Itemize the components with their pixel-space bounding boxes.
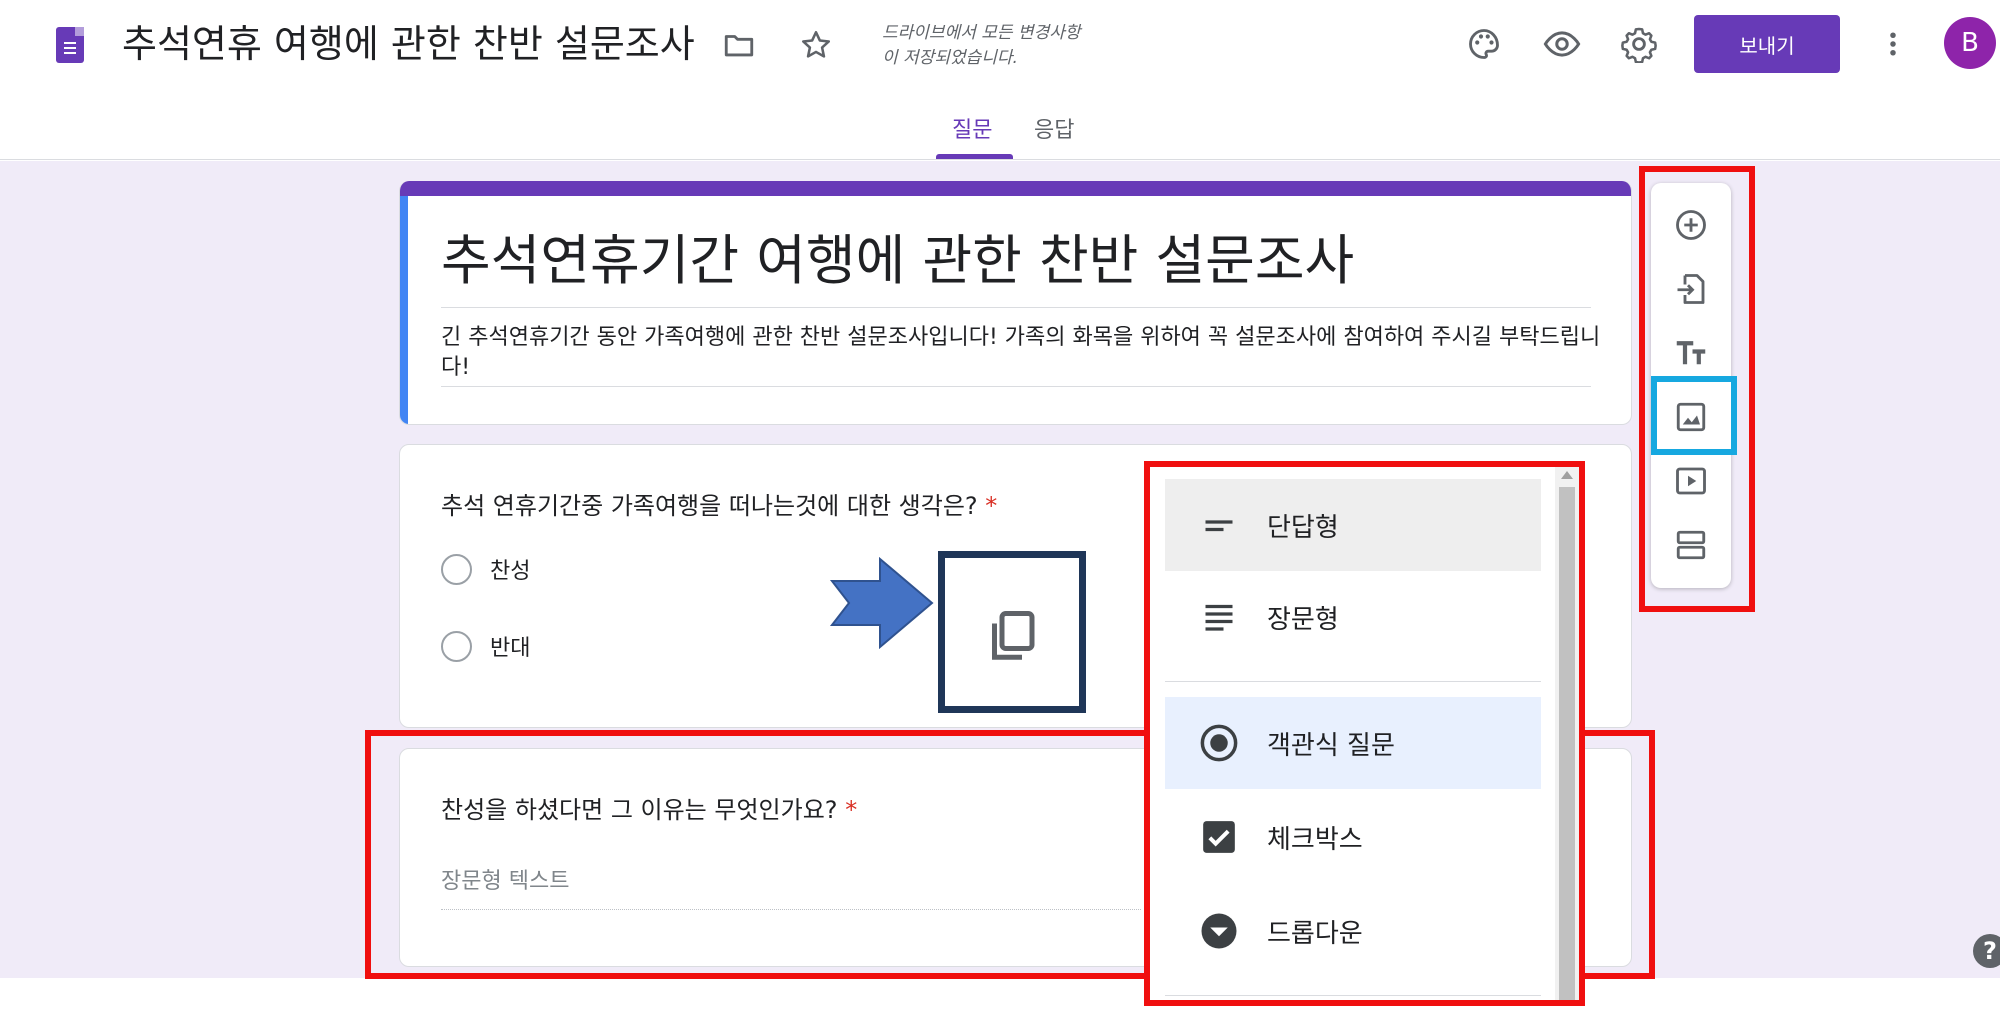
menu-list: 단답형 장문형 객관식 질문 체크박스 드롭다운	[1165, 467, 1541, 1000]
menu-item-label: 체크박스	[1267, 824, 1363, 855]
option-label: 찬성	[490, 559, 531, 584]
option-label: 반대	[490, 636, 531, 661]
folder-icon[interactable]	[715, 21, 763, 69]
card-focus-indicator	[400, 196, 408, 424]
card-accent-top	[400, 181, 1631, 196]
required-asterisk: *	[985, 492, 998, 520]
radio-option-yes[interactable]: 찬성	[441, 553, 530, 585]
question-type-menu[interactable]: 단답형 장문형 객관식 질문 체크박스 드롭다운	[1144, 461, 1585, 1006]
duplicate-highlight-box	[938, 551, 1086, 713]
short-answer-icon	[1179, 479, 1259, 571]
top-app-bar: 추석연휴 여행에 관한 찬반 설문조사 드라이브에서 모든 변경사항 이 저장되…	[0, 0, 2000, 88]
menu-item-dropdown[interactable]: 드롭다운	[1165, 885, 1541, 977]
description-underline	[441, 386, 1591, 387]
menu-item-short-answer[interactable]: 단답형	[1165, 479, 1541, 571]
menu-item-multiple-choice[interactable]: 객관식 질문	[1165, 697, 1541, 789]
menu-divider	[1165, 995, 1541, 996]
menu-scrollbar[interactable]	[1555, 467, 1579, 1000]
settings-gear-icon[interactable]	[1615, 20, 1663, 68]
form-title[interactable]: 추석연휴기간 여행에 관한 찬반 설문조사	[441, 225, 1354, 297]
radio-option-no[interactable]: 반대	[441, 630, 530, 662]
menu-item-label: 드롭다운	[1267, 918, 1363, 949]
tab-bar: 질문 응답	[0, 88, 2000, 160]
document-title[interactable]: 추석연휴 여행에 관한 찬반 설문조사	[122, 18, 695, 70]
save-status: 드라이브에서 모든 변경사항 이 저장되었습니다.	[882, 23, 1081, 68]
scroll-up-arrow-icon[interactable]	[1561, 471, 1573, 479]
radio-button[interactable]	[441, 553, 472, 585]
menu-item-label: 객관식 질문	[1267, 730, 1395, 761]
menu-item-label: 단답형	[1267, 512, 1339, 543]
menu-divider	[1165, 681, 1541, 682]
tab-questions[interactable]: 질문	[952, 112, 992, 144]
palette-icon[interactable]	[1460, 20, 1508, 68]
question-title[interactable]: 추석 연휴기간중 가족여행을 떠나는것에 대한 생각은? *	[441, 486, 997, 521]
scrollbar-thumb[interactable]	[1559, 487, 1575, 1000]
form-header-card[interactable]: 추석연휴기간 여행에 관한 찬반 설문조사 긴 추석연휴기간 동안 가족여행에 …	[399, 181, 1632, 425]
account-avatar[interactable]: B	[1944, 17, 1996, 69]
checkbox-icon	[1179, 791, 1259, 883]
copy-icon[interactable]	[982, 605, 1042, 671]
title-underline	[441, 307, 1591, 308]
tab-responses[interactable]: 응답	[1034, 112, 1074, 144]
preview-eye-icon[interactable]	[1538, 20, 1586, 68]
more-vert-icon[interactable]	[1869, 20, 1917, 68]
active-tab-indicator	[936, 154, 1013, 159]
menu-item-label: 장문형	[1267, 604, 1339, 635]
radio-icon	[1179, 697, 1259, 789]
form-description[interactable]: 긴 추석연휴기간 동안 가족여행에 관한 찬반 설문조사입니다! 가족의 화목을…	[441, 323, 1601, 383]
menu-item-paragraph[interactable]: 장문형	[1165, 571, 1541, 663]
image-button-highlight-box	[1651, 376, 1737, 455]
forms-logo-icon[interactable]	[56, 27, 84, 63]
paragraph-icon	[1179, 571, 1259, 663]
help-icon[interactable]: ?	[1973, 934, 2000, 968]
send-button[interactable]: 보내기	[1694, 15, 1840, 73]
radio-button[interactable]	[441, 630, 472, 662]
menu-item-checkbox[interactable]: 체크박스	[1165, 791, 1541, 883]
star-icon[interactable]	[792, 21, 840, 69]
dropdown-icon	[1179, 885, 1259, 977]
pointer-arrow	[829, 557, 934, 649]
